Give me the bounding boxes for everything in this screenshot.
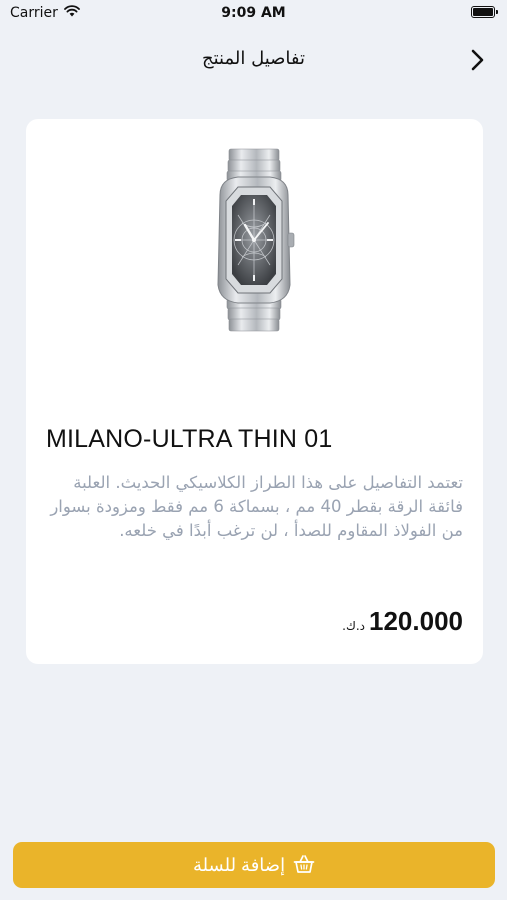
price-row: 120.000 د.ك.: [342, 606, 463, 637]
battery-icon: [471, 6, 498, 18]
watch-image: [217, 148, 295, 332]
chevron-right-icon: [471, 49, 484, 71]
product-name: MILANO-ULTRA THIN 01: [46, 425, 333, 453]
page-title: تفاصيل المنتج: [201, 48, 306, 69]
basket-icon: [293, 854, 315, 877]
navigation-bar: تفاصيل المنتج: [0, 40, 507, 80]
product-price: 120.000: [369, 606, 463, 636]
back-button[interactable]: [463, 44, 493, 76]
price-currency: د.ك.: [342, 619, 366, 633]
status-time: 9:09 AM: [221, 5, 286, 21]
product-image[interactable]: [198, 145, 310, 335]
product-card: MILANO-ULTRA THIN 01 تعتمد التفاصيل على …: [26, 119, 483, 664]
add-to-cart-button[interactable]: إضافة للسلة: [13, 842, 495, 888]
product-description: تعتمد التفاصيل على هذا الطراز الكلاسيكي …: [50, 473, 463, 540]
status-bar: Carrier 9:09 AM: [0, 0, 507, 30]
add-to-cart-label: إضافة للسلة: [192, 854, 286, 875]
